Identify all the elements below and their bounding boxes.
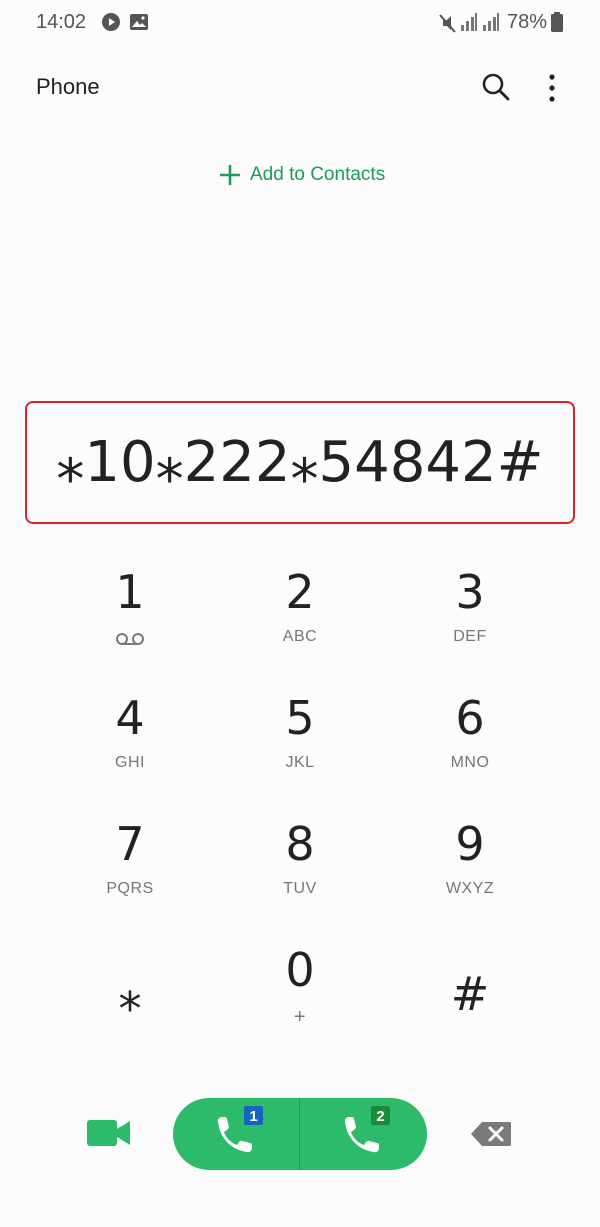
key-digit: # <box>450 967 490 1021</box>
key-2[interactable]: 2 ABC <box>215 566 385 676</box>
status-time: 14:02 <box>36 11 87 33</box>
key-9[interactable]: 9 WXYZ <box>385 818 555 928</box>
video-call-button[interactable] <box>86 1117 132 1149</box>
more-options-button[interactable] <box>542 72 562 104</box>
key-1[interactable]: 1 <box>45 566 215 676</box>
backspace-button[interactable] <box>470 1121 512 1147</box>
phone-sim2-icon: 2 <box>344 1106 390 1153</box>
key-3[interactable]: 3 DEF <box>385 566 555 676</box>
key-letters: WXYZ <box>445 880 495 897</box>
key-star[interactable]: ⁎ <box>45 968 215 1078</box>
key-7[interactable]: 7 PQRS <box>45 818 215 928</box>
key-digit: 8 <box>285 817 315 871</box>
key-letters: PQRS <box>106 880 154 897</box>
key-4[interactable]: 4 GHI <box>45 692 215 802</box>
key-digit: 6 <box>455 691 485 745</box>
play-icon <box>101 12 121 37</box>
more-options-icon <box>549 74 555 102</box>
key-letters: TUV <box>283 880 317 897</box>
search-button[interactable] <box>481 72 511 102</box>
battery-percent: 78% <box>507 11 548 33</box>
plus-icon <box>220 165 240 185</box>
voicemail-icon <box>45 632 215 651</box>
call-buttons: 1 2 <box>173 1098 427 1170</box>
dialed-number-display[interactable]: ⁎10⁎222⁎54842# <box>25 401 575 524</box>
key-digit: 3 <box>455 565 485 619</box>
key-letters: GHI <box>115 754 145 771</box>
key-letters: DEF <box>453 628 487 645</box>
add-to-contacts-label: Add to Contacts <box>250 164 386 185</box>
status-bar: 14:02 78% <box>0 0 600 48</box>
key-letters: + <box>293 1006 307 1028</box>
page-title: Phone <box>36 74 100 99</box>
call-sim1-button[interactable]: 1 <box>173 1098 300 1170</box>
video-call-icon <box>87 1120 130 1146</box>
signal-icon <box>460 12 478 37</box>
key-digit: 5 <box>285 691 315 745</box>
key-digit: 7 <box>115 817 145 871</box>
key-hash[interactable]: # <box>385 968 555 1078</box>
sim2-badge: 2 <box>376 1108 384 1125</box>
key-digit: 4 <box>115 691 145 745</box>
backspace-icon <box>471 1122 511 1146</box>
key-digit: 2 <box>285 565 315 619</box>
signal-icon <box>482 12 500 37</box>
key-digit: ⁎ <box>118 967 142 1021</box>
key-digit: 0 <box>285 943 315 997</box>
search-icon <box>482 73 510 101</box>
key-0[interactable]: 0 + <box>215 944 385 1054</box>
key-letters: ABC <box>282 628 318 645</box>
phone-sim1-icon: 1 <box>217 1106 263 1153</box>
mute-icon <box>438 12 458 39</box>
key-digit: 9 <box>455 817 485 871</box>
key-letters: JKL <box>285 754 315 771</box>
call-sim2-button[interactable]: 2 <box>300 1098 427 1170</box>
image-icon <box>129 12 149 37</box>
key-8[interactable]: 8 TUV <box>215 818 385 928</box>
battery-icon <box>551 12 563 37</box>
sim1-badge: 1 <box>249 1108 257 1125</box>
key-6[interactable]: 6 MNO <box>385 692 555 802</box>
key-letters: MNO <box>450 754 490 771</box>
dialed-number: ⁎10⁎222⁎54842# <box>56 430 544 495</box>
key-5[interactable]: 5 JKL <box>215 692 385 802</box>
add-to-contacts-button[interactable]: Add to Contacts <box>218 163 385 187</box>
key-digit: 1 <box>115 565 145 619</box>
